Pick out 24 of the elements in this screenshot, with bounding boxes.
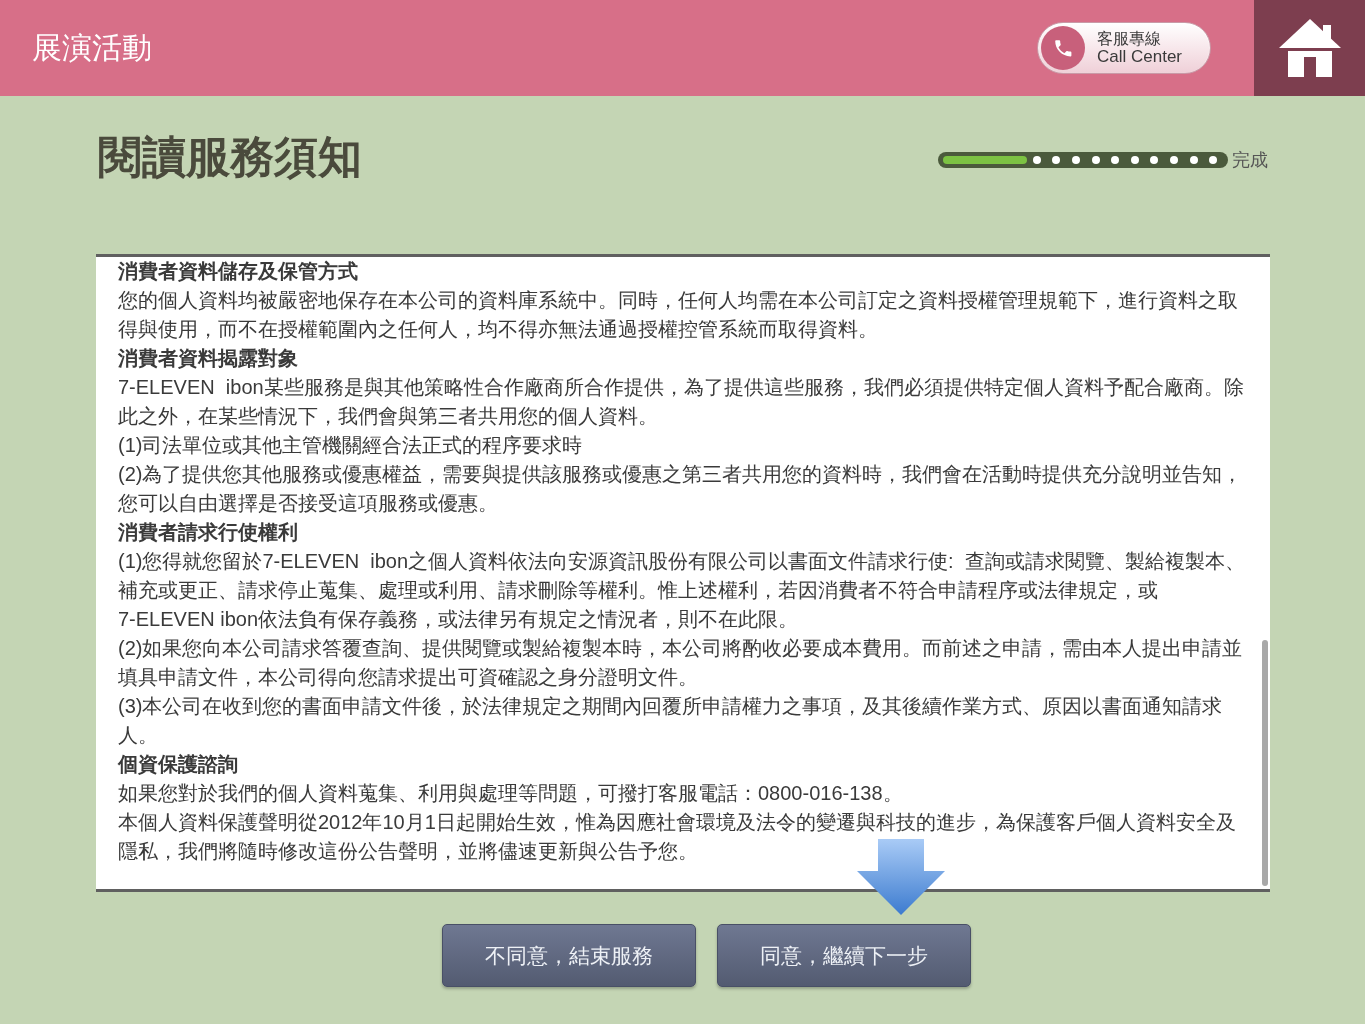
down-arrow-icon [857, 839, 945, 915]
call-center-button[interactable]: 客服專線 Call Center [1037, 22, 1211, 74]
scrollbar[interactable] [1262, 640, 1268, 886]
notice-paragraph: (3)本公司在收到您的書面申請文件後，於法律規定之期間內回覆所申請權力之事項，及其後續作業方式、原因以書面通知請求人。 [118, 694, 1224, 748]
notice-paragraph: 如果您對於我們的個人資料蒐集、利用與處理等問題，可撥打客服電話：0800-016-138。 [118, 781, 904, 806]
notice-paragraph: 您的個人資料均被嚴密地保存在本公司的資料庫系統中。同時，任何人均需在本公司訂定之資料授權管理規範下，進行資料之取得與使用，而不在授權範圍內之任何人，均不得亦無法通過授權控管系統而取得資料。 [118, 288, 1239, 342]
section-heading: 消費者請求行使權利 [118, 520, 299, 545]
action-button[interactable]: 同意，繼續下一步 [717, 924, 971, 987]
notice-paragraph: 7-ELEVEN ibon某些服務是與其他策略性合作廠商所合作提供，為了提供這些服務，我們必須提供特定個人資料予配合廠商。除此之外，在某些情況下，我們會與第三者共用您的個人資料。 [118, 375, 1245, 429]
app-title: 展演活動 [32, 30, 152, 66]
notice-paragraph: (2)為了提供您其他服務或優惠權益，需要與提供該服務或優惠之第三者共用您的資料時，我們會在活動時提供充分說明並告知，您可以自由選擇是否接受這項服務或優惠。 [118, 462, 1244, 516]
page-title: 閱讀服務須知 [98, 131, 362, 183]
phone-icon [1041, 26, 1085, 70]
progress-end-label: 完成 [1232, 149, 1268, 171]
notice-paragraph: (1)您得就您留於7-ELEVEN ibon之個人資料依法向安源資訊股份有限公司以書面文件請求行使: 查詢或請求閱覽、製給複製本、補充或更正、請求停止蒐集、處理或利用、請求刪除等權利。惟上述權利，若因消費者不符合申請程序或法律規定，或7-ELEVEN ibon依法負有保存義務，或法律另有規定之情況者，則不在此限。 [118, 549, 1246, 632]
section-heading: 消費者資料揭露對象 [118, 346, 299, 371]
notice-paragraph: (1)司法單位或其他主管機關經合法正式的程序要求時 [118, 433, 584, 458]
action-button[interactable]: 不同意，結束服務 [442, 924, 696, 987]
notice-paragraph: (2)如果您向本公司請求答覆查詢、提供閱覽或製給複製本時，本公司將酌收必要成本費用。而前述之申請，需由本人提出申請並填具申請文件，本公司得向您請求提出可資確認之身分證明文件。 [118, 636, 1244, 690]
home-icon [1278, 19, 1341, 77]
section-heading: 個資保護諮詢 [118, 752, 239, 777]
notice-paragraph: 本個人資料保護聲明從2012年10月1日起開始生效，惟為因應社會環境及法令的變遷與科技的進步，為保護客戶個人資料安全及隱私，我們將隨時修改這份公告聲明，並將儘速更新與公告予您。 [118, 810, 1237, 864]
home-button[interactable] [1254, 0, 1365, 96]
section-heading: 消費者資料儲存及保管方式 [118, 259, 359, 284]
